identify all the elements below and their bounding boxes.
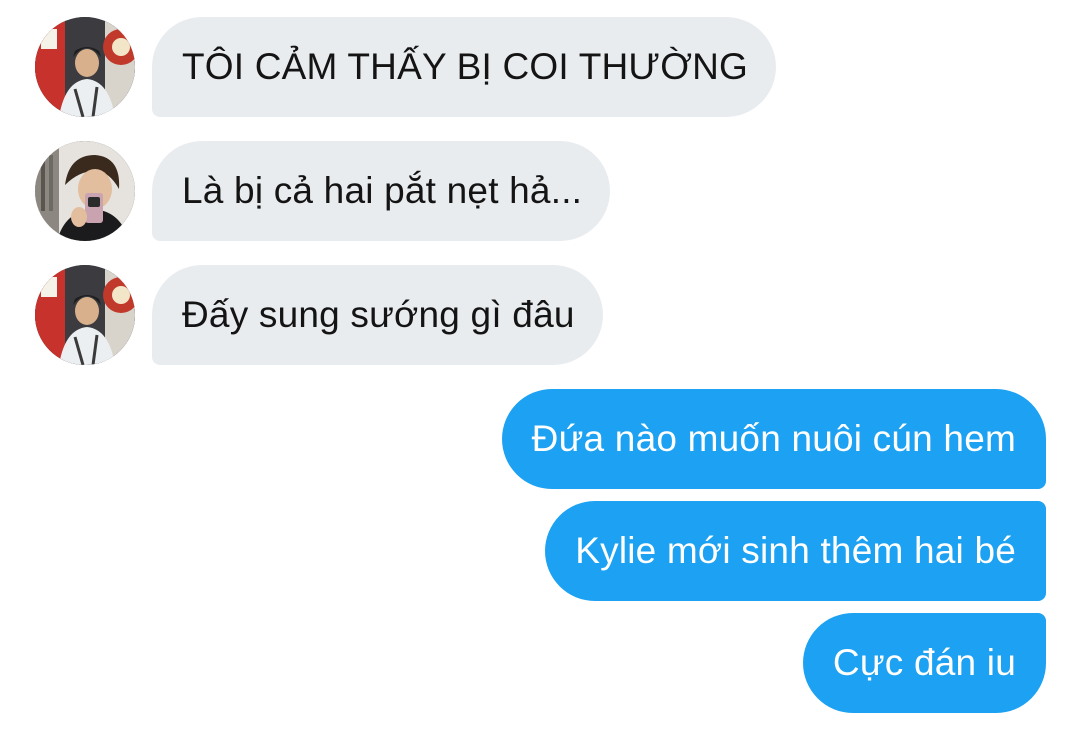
avatar-photo-icon	[35, 17, 135, 117]
sender-avatar[interactable]	[35, 265, 135, 365]
outgoing-message-row: Đứa nào muốn nuôi cún hem	[501, 389, 1046, 489]
outgoing-bubble[interactable]: Đứa nào muốn nuôi cún hem	[501, 389, 1046, 489]
incoming-message-row: Là bị cả hai pắt nẹt hả...	[35, 141, 611, 241]
incoming-bubble[interactable]: Đấy sung sướng gì đâu	[152, 265, 603, 365]
sender-avatar[interactable]	[35, 17, 135, 117]
chat-thread: TÔI CẢM THẤY BỊ COI THƯỜNG Là bị cả hai …	[0, 0, 1080, 735]
sender-avatar[interactable]	[35, 141, 135, 241]
outgoing-message-row: Kylie mới sinh thêm hai bé	[545, 501, 1046, 601]
outgoing-bubble[interactable]: Cực đán iu	[802, 613, 1046, 713]
avatar-photo-icon	[35, 265, 135, 365]
incoming-bubble[interactable]: TÔI CẢM THẤY BỊ COI THƯỜNG	[152, 17, 777, 117]
avatar-photo-icon	[35, 141, 135, 241]
incoming-message-row: TÔI CẢM THẤY BỊ COI THƯỜNG	[35, 17, 777, 117]
outgoing-message-row: Cực đán iu	[802, 613, 1046, 713]
outgoing-bubble[interactable]: Kylie mới sinh thêm hai bé	[545, 501, 1046, 601]
incoming-bubble[interactable]: Là bị cả hai pắt nẹt hả...	[152, 141, 611, 241]
incoming-message-row: Đấy sung sướng gì đâu	[35, 265, 603, 365]
